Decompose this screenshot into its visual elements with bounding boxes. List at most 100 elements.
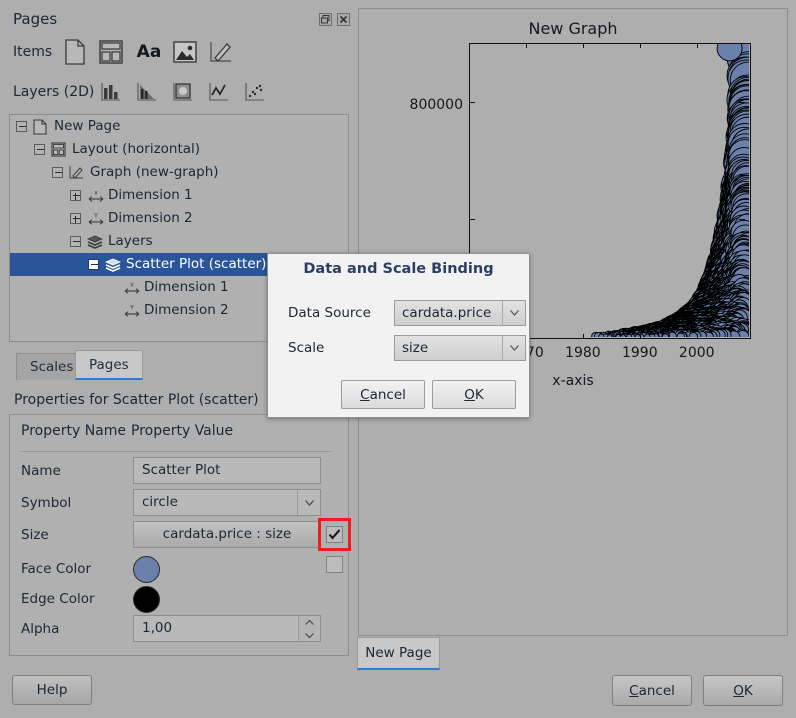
dialog-ok-rest: K [475, 387, 484, 403]
line-layer-icon[interactable] [204, 76, 234, 108]
size-binding-button[interactable]: cardata.price : size [133, 521, 321, 548]
x-tick-mark-top-1960 [469, 43, 470, 48]
symbol-value: circle [142, 494, 178, 510]
graph-title: New Graph [359, 19, 787, 38]
ok-button[interactable]: OK [703, 675, 783, 706]
tree-item-dimension-2[interactable]: YDimension 2 [10, 207, 348, 230]
chevron-down-icon[interactable] [502, 301, 525, 325]
help-button[interactable]: Help [12, 675, 92, 705]
layout-icon [51, 142, 67, 158]
items-label: Items [13, 44, 52, 60]
data-source-combobox[interactable]: cardata.price [394, 300, 526, 326]
alpha-stepper[interactable] [298, 616, 320, 641]
svg-text:Y: Y [93, 213, 98, 220]
x-tick-mark-top-1990 [640, 43, 641, 48]
cancel-button[interactable]: Cancel [612, 675, 692, 706]
chevron-down-icon[interactable] [297, 490, 320, 515]
tree-expander[interactable] [88, 259, 99, 270]
chevron-down-icon[interactable] [502, 336, 525, 360]
dialog-cancel-accel: C [360, 387, 369, 403]
tree-expander[interactable] [70, 190, 81, 201]
dialog-row-data-source: Data Source cardata.price [288, 300, 513, 328]
chevron-down-icon[interactable] [299, 629, 320, 641]
size-binding-highlight [318, 518, 351, 551]
dialog-title: Data and Scale Binding [268, 261, 529, 277]
property-row-symbol: Symbol circle [21, 489, 341, 519]
x-tick-mark-1980 [583, 334, 584, 339]
edge-color-swatch[interactable] [133, 586, 160, 613]
graph-icon [69, 165, 85, 181]
ok-label-rest: K [744, 683, 753, 699]
graph-item-icon[interactable] [206, 36, 236, 68]
alpha-spinbox[interactable]: 1,00 [133, 615, 321, 642]
page-tab-new-page[interactable]: New Page [357, 637, 440, 670]
property-row-edge-color: Edge Color [21, 585, 341, 615]
y-tick-label-800000: 800000 [379, 97, 463, 113]
tree-expander[interactable] [70, 236, 81, 247]
scale-combobox[interactable]: size [394, 335, 526, 361]
svg-text:x: x [94, 190, 98, 197]
layout-item-icon[interactable] [96, 36, 126, 68]
scatter-layer-icon[interactable] [240, 76, 270, 108]
dimension-x-icon: x [87, 188, 103, 204]
dialog-cancel-button[interactable]: Cancel [341, 380, 425, 409]
dialog-row-scale: Scale size [288, 335, 513, 363]
tree-item-dimension-1[interactable]: xDimension 1 [10, 184, 348, 207]
image-item-icon[interactable] [170, 36, 200, 68]
tree-expander[interactable] [16, 121, 27, 132]
properties-title: Properties for Scatter Plot (scatter) [14, 392, 259, 408]
y-tick-mark-mid-right [739, 219, 745, 220]
tree-item-new-page[interactable]: New Page [10, 115, 348, 138]
cancel-label-rest: ancel [639, 683, 675, 699]
data-source-label: Data Source [288, 305, 371, 321]
tree-item-graph-new-graph[interactable]: Graph (new-graph) [10, 161, 348, 184]
x-tick-mark-top-2000 [697, 43, 698, 48]
x-tick-mark-1990 [640, 334, 641, 339]
area-layer-icon[interactable] [132, 76, 162, 108]
data-and-scale-binding-dialog[interactable]: Data and Scale Binding Data Source carda… [267, 253, 530, 418]
svg-text:x: x [130, 282, 134, 289]
tree-expander[interactable] [34, 144, 45, 155]
text-item-icon[interactable]: Aa [134, 36, 164, 68]
property-label-face-color: Face Color [21, 561, 91, 577]
property-label-size: Size [21, 527, 49, 543]
name-input[interactable]: Scatter Plot [133, 457, 321, 484]
property-label-name: Name [21, 463, 61, 479]
layers-icon [105, 257, 121, 273]
cancel-accel: C [629, 683, 638, 699]
chevron-up-icon[interactable] [299, 616, 320, 628]
tree-item-label: Dimension 1 [144, 276, 229, 299]
close-icon[interactable] [337, 13, 350, 26]
tree-expander[interactable] [70, 213, 81, 224]
properties-table: Property Name Property Value Name Scatte… [9, 414, 349, 656]
property-row-face-color: Face Color [21, 555, 341, 585]
tree-item-layers[interactable]: Layers [10, 230, 348, 253]
y-tick-mark-800000-left [469, 102, 475, 103]
x-tick-label-2000: 2000 [669, 345, 725, 361]
property-row-size: Size cardata.price : size [21, 521, 341, 551]
tree-item-label: Graph (new-graph) [90, 161, 219, 184]
tree-item-label: Dimension 2 [144, 299, 229, 322]
dialog-ok-button[interactable]: OK [432, 380, 516, 409]
image-layer-icon[interactable] [168, 76, 198, 108]
dimension-y-icon: Y [123, 303, 139, 319]
face-color-swatch[interactable] [133, 556, 160, 583]
bar-layer-icon[interactable] [96, 76, 126, 108]
x-tick-label-1990: 1990 [612, 345, 668, 361]
property-row-alpha: Alpha 1,00 [21, 615, 341, 645]
tree-item-label: New Page [54, 115, 120, 138]
page-item-icon[interactable] [60, 36, 90, 68]
tab-pages[interactable]: Pages [75, 350, 143, 380]
ok-accel: O [733, 683, 744, 699]
size-binding-checkbox[interactable] [326, 526, 343, 543]
layers-toolbar: Layers (2D) [8, 76, 348, 110]
tree-expander[interactable] [52, 167, 63, 178]
x-tick-mark-top-1970 [526, 43, 527, 48]
symbol-combobox[interactable]: circle [133, 489, 321, 516]
face-color-binding-checkbox[interactable] [326, 556, 343, 573]
tree-item-layout-horizontal[interactable]: Layout (horizontal) [10, 138, 348, 161]
x-tick-mark-2000 [697, 334, 698, 339]
property-label-edge-color: Edge Color [21, 591, 95, 607]
alpha-value: 1,00 [142, 620, 172, 636]
restore-icon[interactable] [319, 13, 332, 26]
